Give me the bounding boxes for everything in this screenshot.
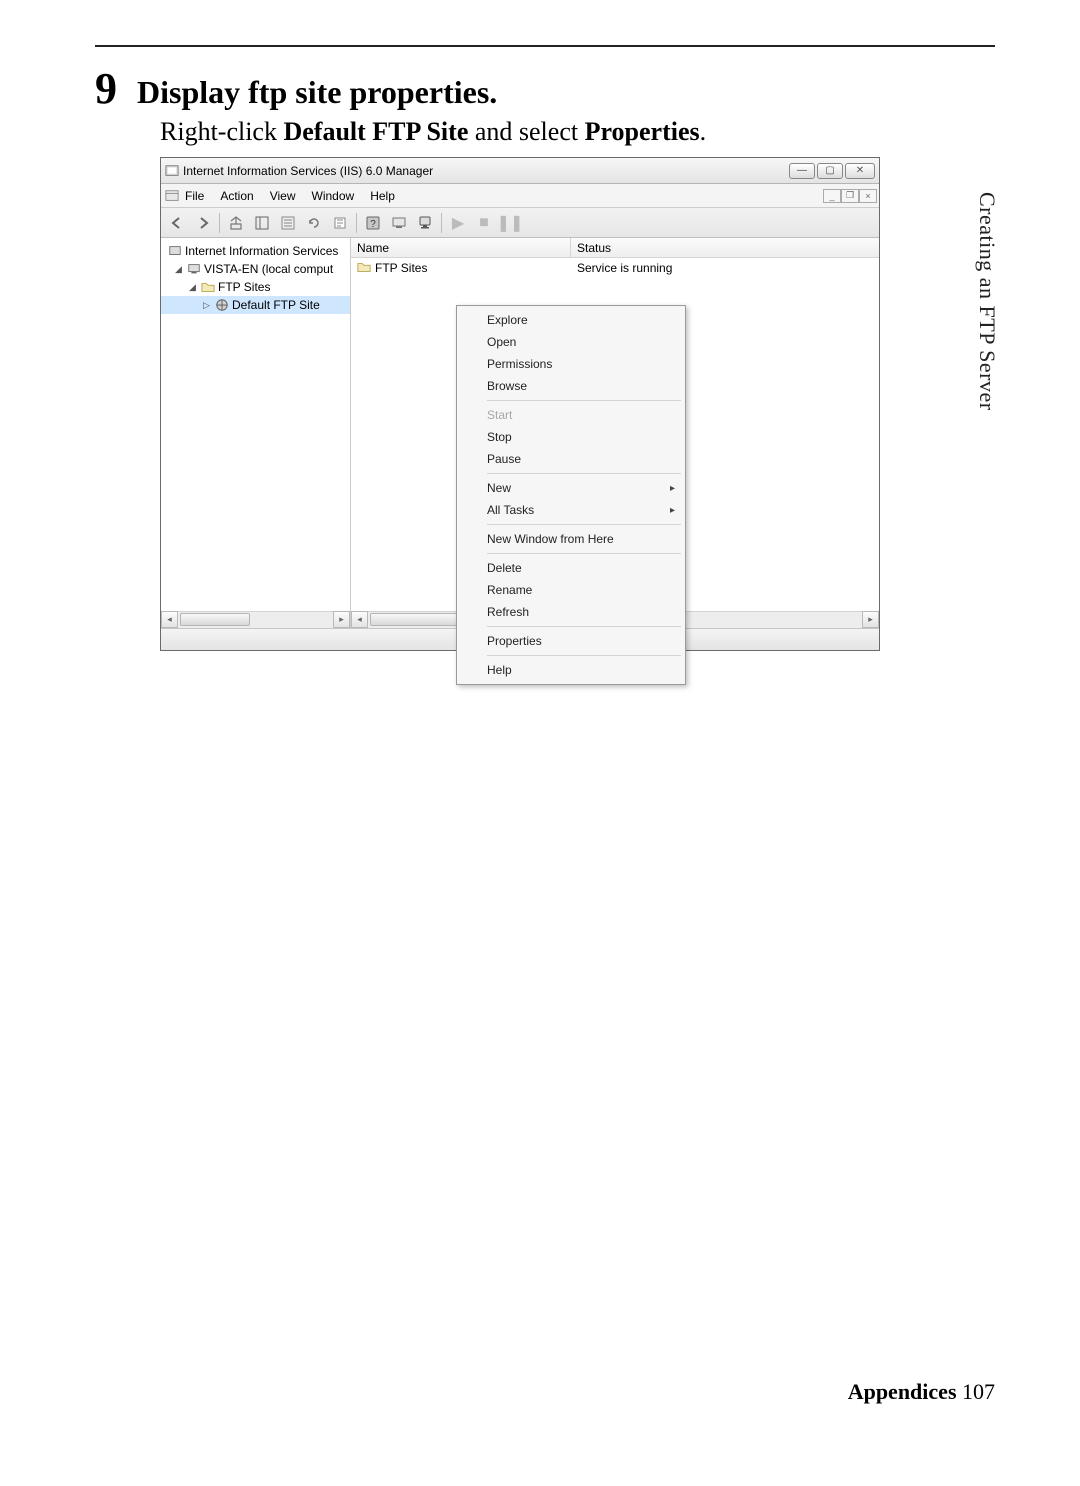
pause-button[interactable]: ❚❚ xyxy=(498,212,522,234)
scroll-thumb[interactable] xyxy=(180,613,250,626)
child-minimize-button[interactable]: _ xyxy=(823,189,841,203)
page-footer: Appendices 107 xyxy=(848,1379,995,1405)
ctx-pause[interactable]: Pause xyxy=(459,448,683,470)
ctx-refresh[interactable]: Refresh xyxy=(459,601,683,623)
context-menu: Explore Open Permissions Browse Start St… xyxy=(456,305,686,685)
menu-view[interactable]: View xyxy=(270,189,296,203)
ctx-all-tasks[interactable]: All Tasks xyxy=(459,499,683,521)
properties-button[interactable] xyxy=(276,212,300,234)
tree-pane[interactable]: Internet Information Services ◢ VISTA-EN… xyxy=(161,238,351,628)
collapse-icon[interactable]: ◢ xyxy=(173,264,184,275)
app-icon xyxy=(165,164,179,178)
section-sidebar-label: Creating an FTP Server xyxy=(974,192,1000,411)
list-pane[interactable]: Name Status FTP Sites Service is running… xyxy=(351,238,879,628)
tree-computer[interactable]: ◢ VISTA-EN (local comput xyxy=(161,260,350,278)
tree-ftp-sites[interactable]: ◢ FTP Sites xyxy=(161,278,350,296)
ctx-permissions[interactable]: Permissions xyxy=(459,353,683,375)
list-header: Name Status xyxy=(351,238,879,258)
ctx-properties[interactable]: Properties xyxy=(459,630,683,652)
ctx-rename[interactable]: Rename xyxy=(459,579,683,601)
tree-root[interactable]: Internet Information Services xyxy=(161,242,350,260)
statusbar-cell xyxy=(674,629,879,650)
ctx-separator xyxy=(487,655,681,656)
column-name[interactable]: Name xyxy=(351,238,571,257)
separator-icon xyxy=(219,213,220,233)
ctx-separator xyxy=(487,626,681,627)
row-status: Service is running xyxy=(571,258,879,278)
ctx-new[interactable]: New xyxy=(459,477,683,499)
list-row[interactable]: FTP Sites Service is running xyxy=(351,258,879,278)
expand-icon[interactable]: ▷ xyxy=(201,300,212,311)
stop-button[interactable]: ■ xyxy=(472,212,496,234)
back-button[interactable] xyxy=(165,212,189,234)
child-close-button[interactable]: × xyxy=(859,189,877,203)
scroll-track[interactable] xyxy=(178,611,333,628)
tree-default-ftp-site[interactable]: ▷ Default FTP Site xyxy=(161,296,350,314)
ctx-new-window[interactable]: New Window from Here xyxy=(459,528,683,550)
step-title: Display ftp site properties. xyxy=(137,74,497,111)
scroll-right-button[interactable]: ▸ xyxy=(333,611,350,628)
column-status[interactable]: Status xyxy=(571,238,879,257)
toolbar: ? ▶ ■ ❚❚ xyxy=(161,208,879,238)
menu-action[interactable]: Action xyxy=(220,189,253,203)
show-hide-tree-button[interactable] xyxy=(250,212,274,234)
scroll-left-button[interactable]: ◂ xyxy=(351,611,368,628)
ctx-help[interactable]: Help xyxy=(459,659,683,681)
step-number: 9 xyxy=(95,67,117,111)
ctx-separator xyxy=(487,524,681,525)
tree-computer-label: VISTA-EN (local comput xyxy=(204,262,333,276)
window-title: Internet Information Services (IIS) 6.0 … xyxy=(183,164,789,178)
folder-icon xyxy=(357,260,371,277)
minimize-button[interactable]: — xyxy=(789,163,815,179)
separator-icon xyxy=(356,213,357,233)
refresh-button[interactable] xyxy=(302,212,326,234)
child-restore-button[interactable]: ❐ xyxy=(841,189,859,203)
ctx-separator xyxy=(487,400,681,401)
collapse-icon[interactable]: ◢ xyxy=(187,282,198,293)
folder-icon xyxy=(201,280,215,294)
connect-button[interactable] xyxy=(387,212,411,234)
menu-window[interactable]: Window xyxy=(312,189,355,203)
ctx-separator xyxy=(487,473,681,474)
row-name: FTP Sites xyxy=(375,261,427,275)
tree-default-ftp-site-label: Default FTP Site xyxy=(232,298,320,312)
menu-file[interactable]: File xyxy=(185,189,204,203)
titlebar[interactable]: Internet Information Services (IIS) 6.0 … xyxy=(161,158,879,184)
site-icon xyxy=(215,298,229,312)
tree-ftp-sites-label: FTP Sites xyxy=(218,280,270,294)
play-button[interactable]: ▶ xyxy=(446,212,470,234)
ctx-separator xyxy=(487,553,681,554)
page-number: 107 xyxy=(962,1379,995,1404)
separator-icon xyxy=(441,213,442,233)
ctx-delete[interactable]: Delete xyxy=(459,557,683,579)
menubar: File Action View Window Help _ ❐ × xyxy=(161,184,879,208)
ctx-stop[interactable]: Stop xyxy=(459,426,683,448)
computer-button[interactable] xyxy=(413,212,437,234)
help-button[interactable]: ? xyxy=(361,212,385,234)
maximize-button[interactable]: ▢ xyxy=(817,163,843,179)
footer-label: Appendices xyxy=(848,1379,957,1404)
scroll-left-button[interactable]: ◂ xyxy=(161,611,178,628)
close-button[interactable]: ✕ xyxy=(845,163,875,179)
ctx-browse[interactable]: Browse xyxy=(459,375,683,397)
menu-help[interactable]: Help xyxy=(370,189,395,203)
step-description: Right-click Default FTP Site and select … xyxy=(160,117,995,147)
ctx-start[interactable]: Start xyxy=(459,404,683,426)
tree-root-label: Internet Information Services xyxy=(185,244,338,258)
forward-button[interactable] xyxy=(191,212,215,234)
ctx-open[interactable]: Open xyxy=(459,331,683,353)
content-area: Internet Information Services ◢ VISTA-EN… xyxy=(161,238,879,628)
up-level-button[interactable] xyxy=(224,212,248,234)
scroll-right-button[interactable]: ▸ xyxy=(862,611,879,628)
ctx-explore[interactable]: Explore xyxy=(459,309,683,331)
iis-manager-window: Internet Information Services (IIS) 6.0 … xyxy=(160,157,880,651)
export-list-button[interactable] xyxy=(328,212,352,234)
computer-icon xyxy=(187,262,201,276)
svg-text:?: ? xyxy=(370,219,376,230)
mmc-icon xyxy=(165,189,179,203)
services-icon xyxy=(168,244,182,258)
